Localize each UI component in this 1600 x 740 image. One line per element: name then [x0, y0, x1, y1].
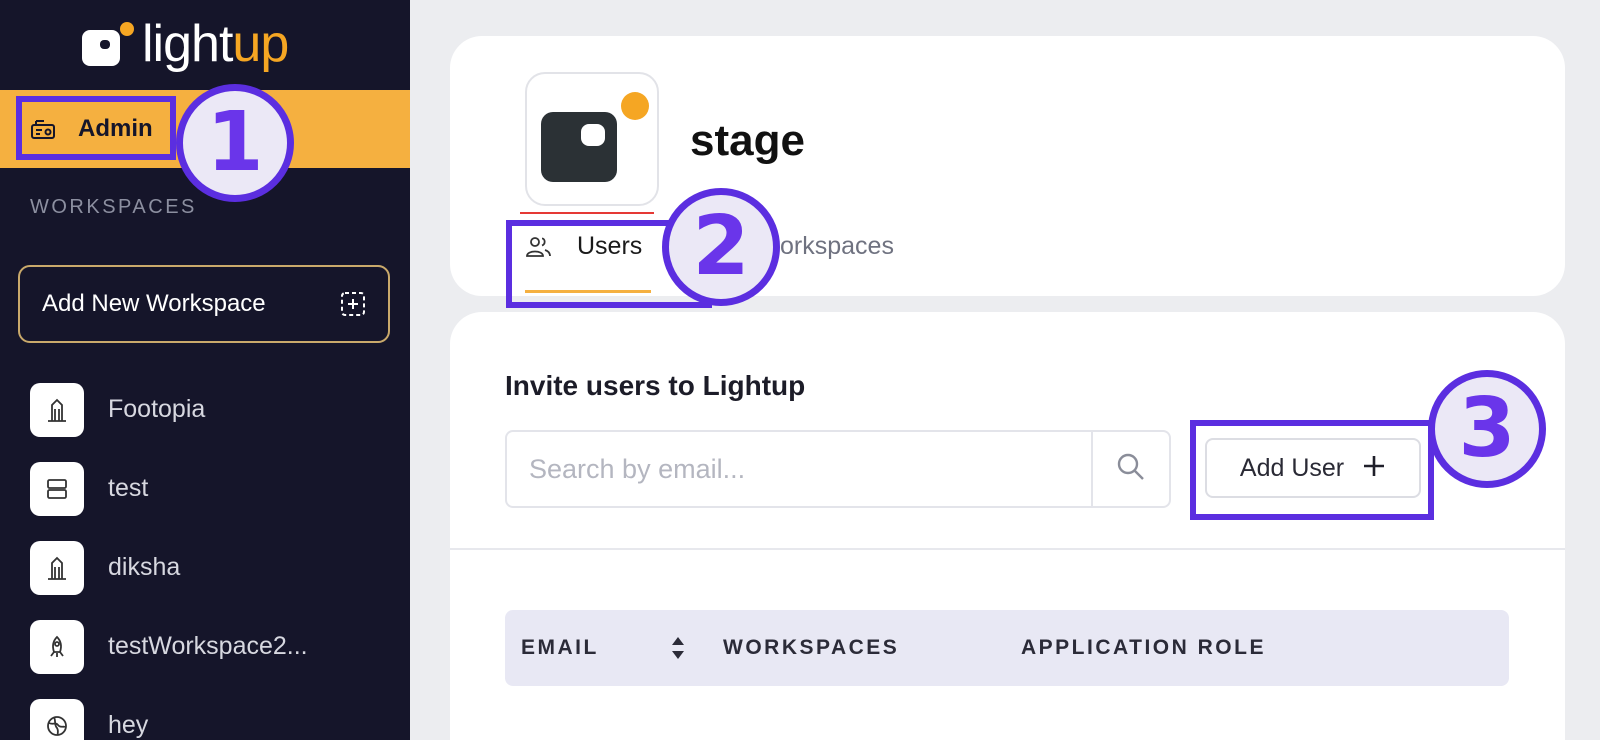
- add-new-workspace-label: Add New Workspace: [42, 290, 266, 317]
- rocket-icon: [30, 619, 84, 674]
- section-divider: [450, 548, 1565, 550]
- building-icon: [30, 382, 84, 437]
- annotation-number-2: 2: [692, 199, 750, 294]
- email-search: [505, 430, 1171, 508]
- annotation-frame-3: [1190, 420, 1434, 520]
- invite-title: Invite users to Lightup: [505, 370, 806, 401]
- sidebar-item-diksha[interactable]: diksha: [30, 528, 308, 607]
- lightup-logo-icon: [82, 22, 134, 66]
- annotation-frame-1: [16, 96, 176, 160]
- annotation-number-1: 1: [206, 95, 264, 190]
- workspaces-heading: WORKSPACES: [30, 196, 197, 218]
- annotation-number-3: 3: [1458, 381, 1516, 476]
- add-new-workspace-button[interactable]: Add New Workspace: [18, 265, 390, 343]
- annotation-badge-1: 1: [176, 84, 294, 202]
- search-button[interactable]: [1091, 432, 1169, 506]
- sidebar-item-test[interactable]: test: [30, 449, 308, 528]
- column-email[interactable]: EMAIL: [521, 636, 599, 660]
- tab-workspaces-label: orkspaces: [780, 232, 894, 260]
- search-icon: [1115, 451, 1147, 488]
- workspace-title: stage: [690, 116, 805, 165]
- workspace-name: diksha: [108, 553, 181, 581]
- workspace-name: testWorkspace2...: [108, 632, 308, 660]
- add-square-icon: [340, 291, 366, 317]
- workspace-name: test: [108, 474, 149, 502]
- column-application-role[interactable]: APPLICATION ROLE: [1021, 636, 1266, 660]
- avatar-underline: [520, 212, 654, 214]
- tab-workspaces[interactable]: orkspaces: [780, 232, 894, 261]
- search-input[interactable]: [507, 432, 1091, 506]
- server-icon: [30, 461, 84, 516]
- sidebar-item-hey[interactable]: hey: [30, 686, 308, 740]
- column-workspaces[interactable]: WORKSPACES: [723, 636, 899, 660]
- workspace-list: Footopia test diksha testWorkspace2... h…: [30, 370, 308, 740]
- sort-icon[interactable]: [670, 634, 686, 662]
- annotation-badge-2: 2: [662, 188, 780, 306]
- lightup-wordmark: lightup: [142, 15, 289, 73]
- sidebar-item-testworkspace2[interactable]: testWorkspace2...: [30, 607, 308, 686]
- workspace-name: Footopia: [108, 395, 206, 423]
- sidebar-item-footopia[interactable]: Footopia: [30, 370, 308, 449]
- building-icon: [30, 540, 84, 595]
- lightup-logo[interactable]: lightup: [82, 8, 289, 80]
- users-table-header: EMAIL WORKSPACES APPLICATION ROLE: [505, 610, 1509, 686]
- workspace-name: hey: [108, 711, 149, 739]
- workspace-avatar[interactable]: [525, 72, 659, 206]
- users-card: Invite users to Lightup Add User EMAIL: [450, 312, 1565, 740]
- annotation-badge-3: 3: [1428, 370, 1546, 488]
- globe-icon: [30, 698, 84, 740]
